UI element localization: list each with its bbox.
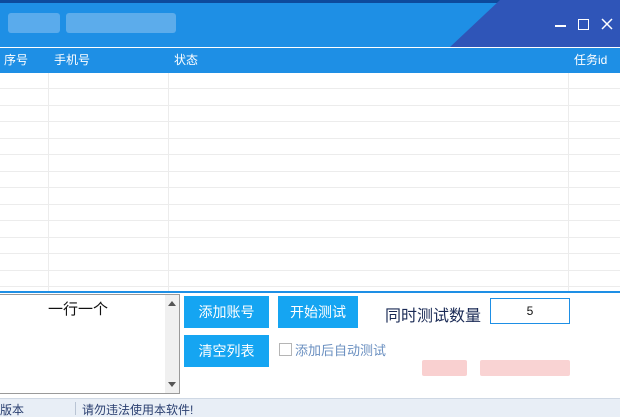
status-separator bbox=[75, 402, 76, 415]
redacted-block bbox=[480, 360, 570, 376]
column-header-task-id[interactable]: 任务id bbox=[574, 48, 607, 73]
close-icon bbox=[601, 18, 613, 30]
table-row[interactable] bbox=[0, 172, 620, 188]
table-bottom-border bbox=[0, 291, 620, 293]
table-row[interactable] bbox=[0, 139, 620, 155]
table-row[interactable] bbox=[0, 73, 620, 89]
column-header-phone[interactable]: 手机号 bbox=[54, 48, 90, 73]
table-row[interactable] bbox=[0, 189, 620, 205]
blurred-app-icon bbox=[8, 13, 60, 33]
column-divider bbox=[568, 73, 569, 292]
table-row[interactable] bbox=[0, 271, 620, 287]
column-divider bbox=[48, 73, 49, 292]
account-table[interactable]: 序号 手机号 状态 任务id bbox=[0, 48, 620, 292]
add-account-button[interactable]: 添加账号 bbox=[184, 296, 269, 328]
scroll-up-icon[interactable] bbox=[168, 301, 176, 306]
blurred-app-title bbox=[66, 13, 176, 33]
table-row[interactable] bbox=[0, 90, 620, 106]
version-label: 版本 bbox=[0, 403, 25, 417]
maximize-button[interactable] bbox=[574, 15, 592, 33]
auto-test-label[interactable]: 添加后自动测试 bbox=[295, 340, 386, 359]
title-bar-decoration bbox=[450, 0, 500, 47]
table-row[interactable] bbox=[0, 238, 620, 254]
minimize-icon bbox=[554, 24, 566, 27]
table-body bbox=[0, 73, 620, 292]
column-header-index[interactable]: 序号 bbox=[4, 48, 28, 73]
clear-list-button[interactable]: 清空列表 bbox=[184, 335, 269, 367]
concurrency-input[interactable] bbox=[490, 298, 570, 324]
minimize-button[interactable] bbox=[551, 15, 569, 33]
table-row[interactable] bbox=[0, 106, 620, 122]
account-input-text[interactable]: 一行一个 bbox=[48, 298, 108, 319]
table-header: 序号 手机号 状态 任务id bbox=[0, 48, 620, 73]
close-button[interactable] bbox=[598, 15, 616, 33]
table-row[interactable] bbox=[0, 255, 620, 271]
column-divider bbox=[168, 73, 169, 292]
concurrency-label: 同时测试数量 bbox=[385, 308, 482, 325]
account-input-area[interactable]: 一行一个 bbox=[0, 294, 180, 394]
redacted-block bbox=[422, 360, 467, 376]
status-bar: 版本 请勿违法使用本软件! bbox=[0, 398, 620, 417]
start-test-button[interactable]: 开始测试 bbox=[278, 296, 358, 328]
table-row[interactable] bbox=[0, 205, 620, 221]
scroll-down-icon[interactable] bbox=[168, 382, 176, 387]
table-row[interactable] bbox=[0, 222, 620, 238]
column-header-status[interactable]: 状态 bbox=[174, 48, 198, 73]
checkbox-icon[interactable] bbox=[279, 343, 292, 356]
table-row[interactable] bbox=[0, 156, 620, 172]
warning-message: 请勿违法使用本软件! bbox=[82, 403, 194, 417]
maximize-icon bbox=[577, 18, 589, 30]
title-bar bbox=[0, 0, 620, 47]
input-scrollbar[interactable] bbox=[165, 295, 179, 393]
table-row[interactable] bbox=[0, 123, 620, 139]
auto-test-checkbox[interactable]: 添加后自动测试 bbox=[279, 340, 386, 359]
